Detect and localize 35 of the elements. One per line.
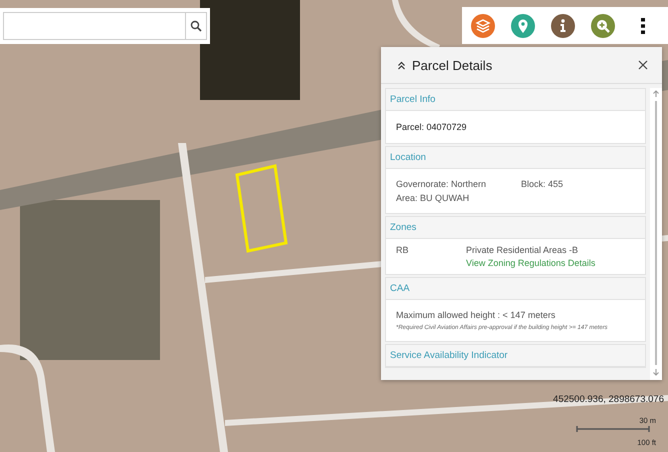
search-icon xyxy=(190,20,202,32)
scroll-down-icon[interactable] xyxy=(652,368,660,376)
zone-code: RB xyxy=(396,245,410,255)
scrollbar-thumb[interactable] xyxy=(655,101,657,365)
info-button[interactable] xyxy=(551,14,575,38)
zoom-in-icon xyxy=(591,14,615,38)
parcel-number: Parcel: 04070729 xyxy=(396,122,468,132)
close-icon xyxy=(636,58,650,72)
map-coordinates: 452500.936, 2898673.076 xyxy=(553,394,664,405)
search-field[interactable] xyxy=(3,12,185,40)
location-pin-icon xyxy=(511,14,535,38)
collapse-icon[interactable] xyxy=(397,60,406,70)
location-field: Governorate: Northern xyxy=(396,179,521,189)
layers-button[interactable] xyxy=(471,14,495,38)
scroll-up-icon[interactable] xyxy=(652,90,660,98)
section-header[interactable]: Location xyxy=(386,147,645,169)
panel-title: Parcel Details xyxy=(412,58,494,72)
parcel-outline[interactable] xyxy=(234,163,290,255)
zoom-in-button[interactable] xyxy=(591,14,615,38)
info-icon xyxy=(551,14,575,38)
close-button[interactable] xyxy=(636,58,650,72)
section-header[interactable]: Parcel Info xyxy=(386,89,645,111)
location-field: Area: BU QUWAH xyxy=(396,193,521,203)
zoning-regulations-link[interactable]: View Zoning Regulations Details xyxy=(466,258,596,268)
location-field: Block: 455 xyxy=(521,179,635,189)
height-limit: Maximum allowed height : < 147 meters xyxy=(396,310,556,320)
section-header[interactable]: Service Availability Indicator xyxy=(386,345,645,367)
layers-icon xyxy=(471,14,495,38)
section-header[interactable]: CAA xyxy=(386,278,645,300)
location-button[interactable] xyxy=(511,14,535,38)
search-button[interactable] xyxy=(185,12,207,40)
section-header[interactable]: Zones xyxy=(386,217,645,239)
more-icon xyxy=(641,18,645,34)
scrollbar[interactable] xyxy=(650,88,662,380)
zone-description: Private Residential Areas -B xyxy=(466,245,580,255)
